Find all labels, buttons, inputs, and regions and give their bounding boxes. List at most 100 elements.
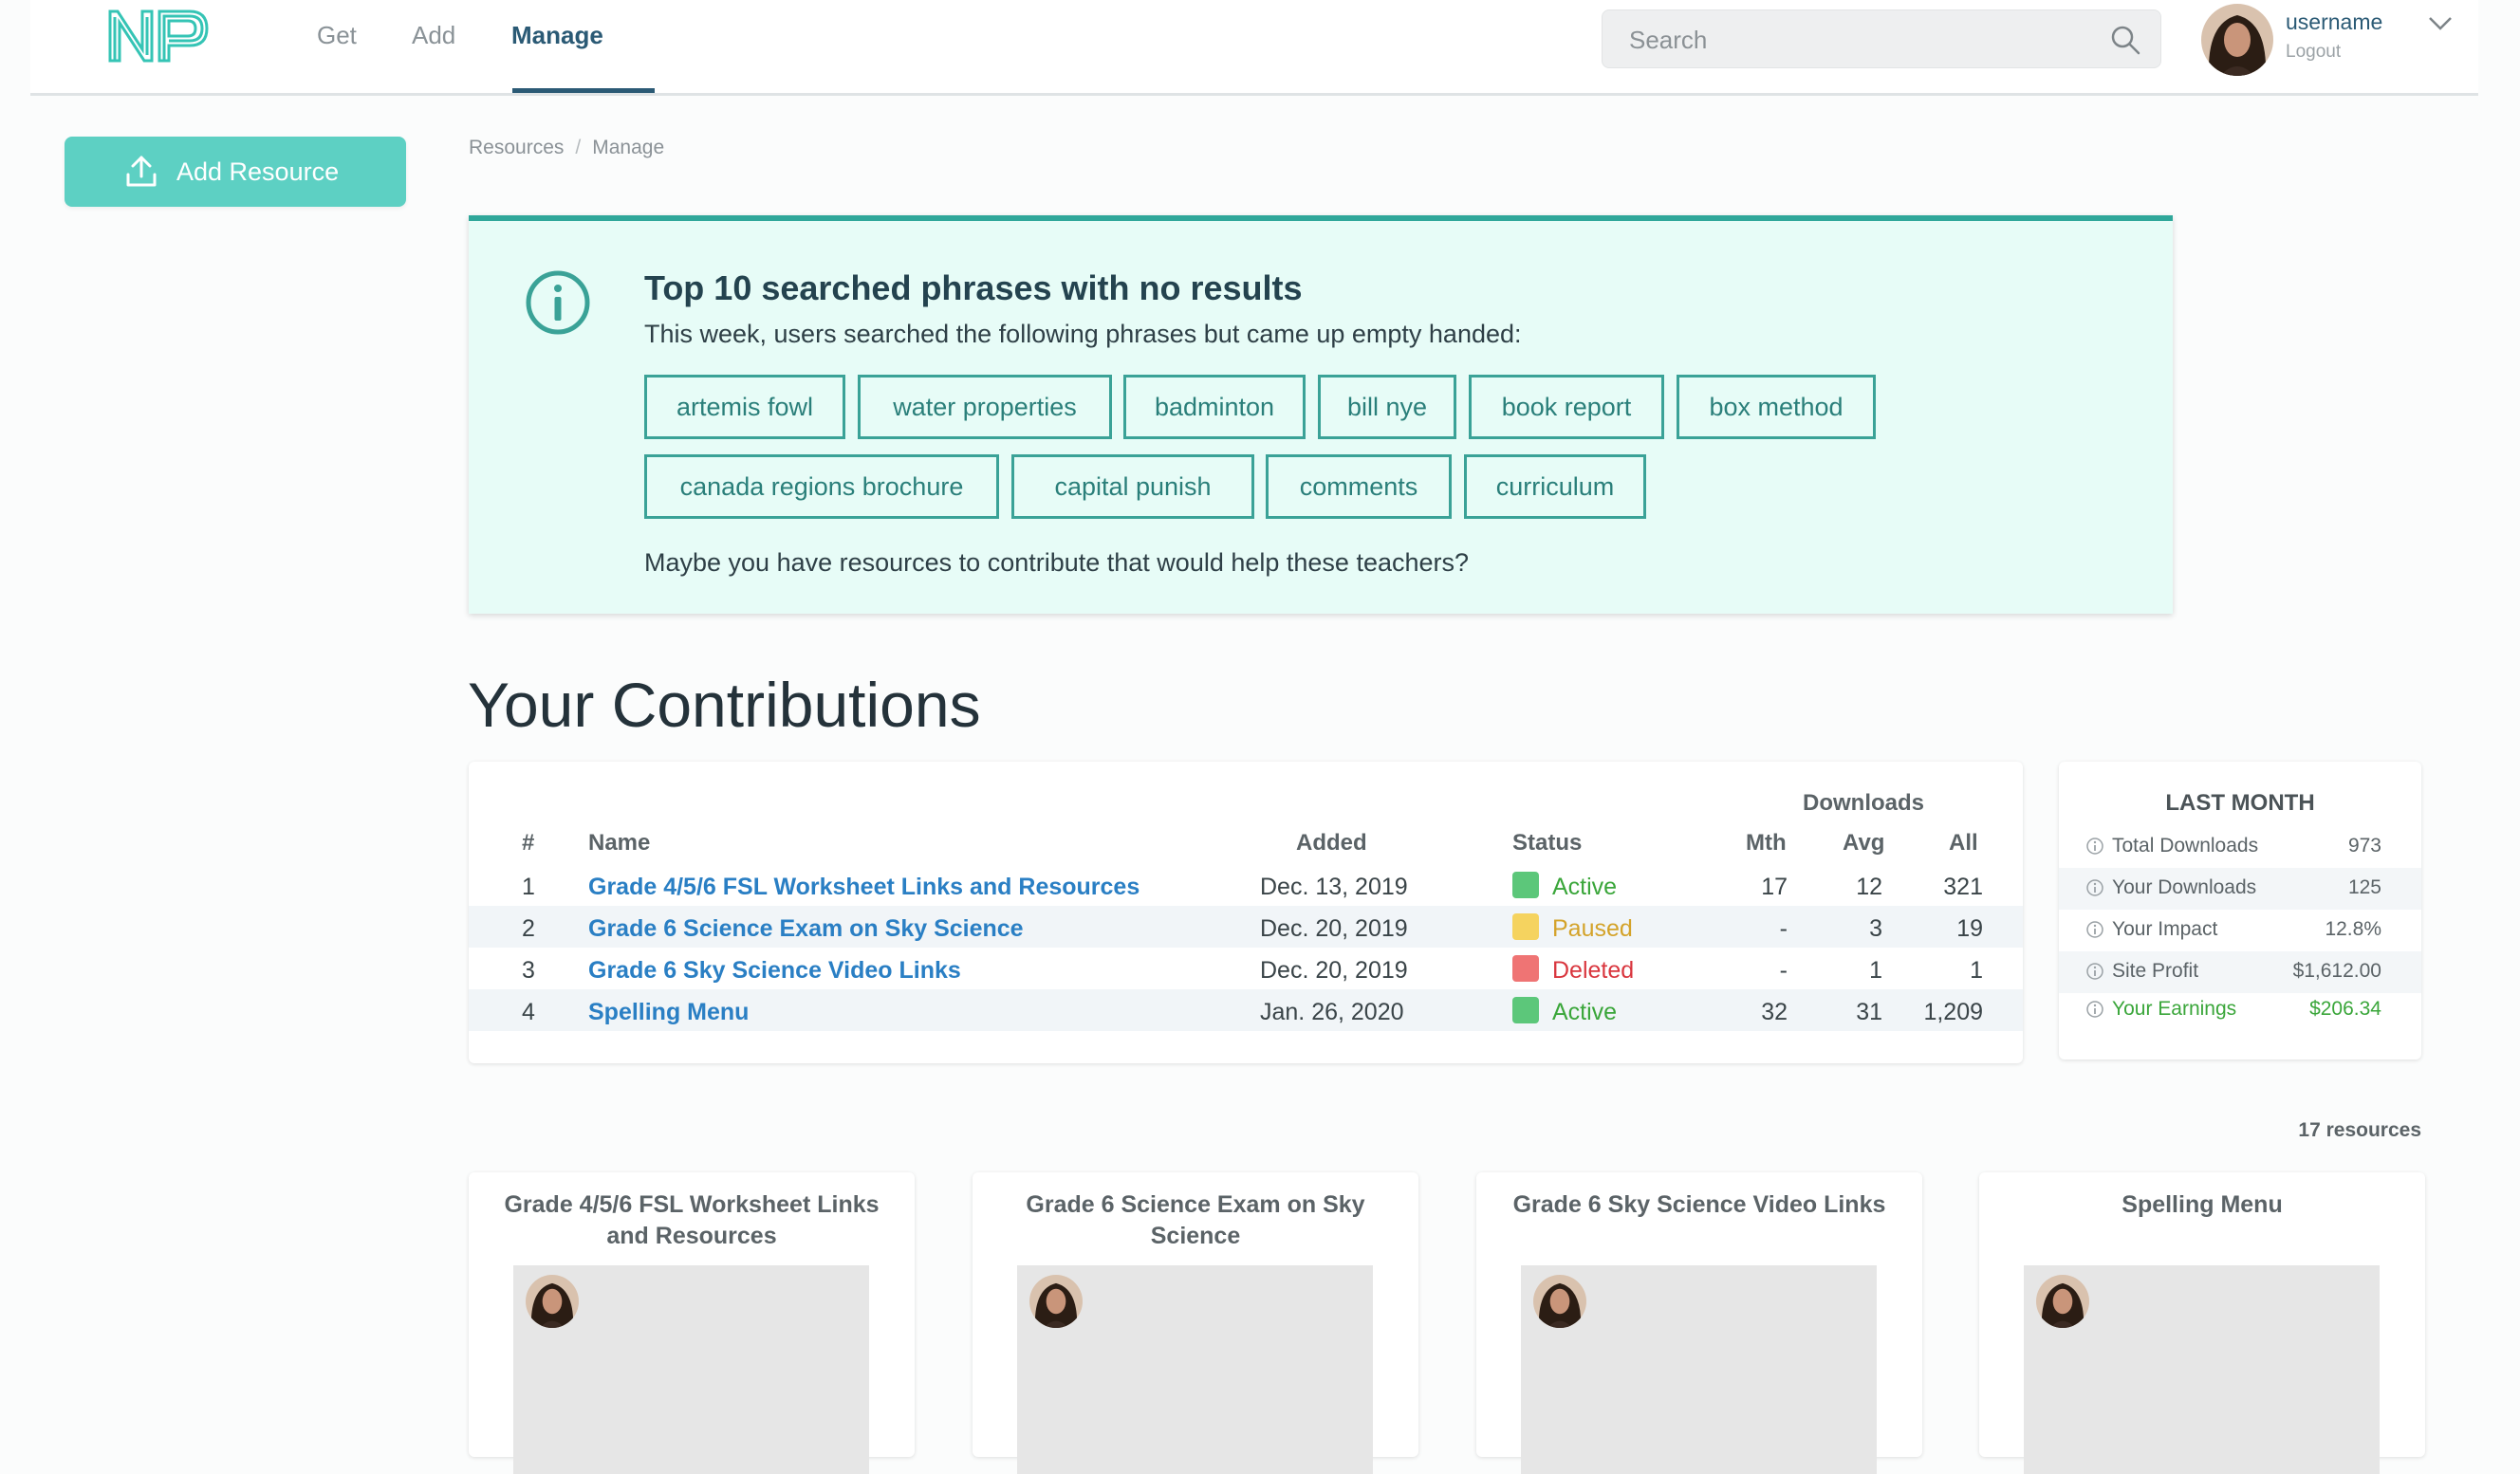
top-header: Get Add Manage username Logout xyxy=(30,0,2478,96)
nav-add[interactable]: Add xyxy=(412,21,455,50)
stat-value: $1,612.00 xyxy=(2292,960,2381,982)
phrase-chip[interactable]: water properties xyxy=(858,375,1112,439)
row-all: 1 xyxy=(1970,957,1983,984)
breadcrumb-current: Manage xyxy=(592,137,665,158)
phrase-chip[interactable]: curriculum xyxy=(1464,454,1646,519)
resource-card-title[interactable]: Grade 6 Sky Science Video Links xyxy=(1495,1189,1903,1221)
search-icon[interactable] xyxy=(2109,24,2141,56)
contributions-table: Downloads # Name Added Status Mth Avg Al… xyxy=(469,762,2023,1063)
no-results-panel: Top 10 searched phrases with no results … xyxy=(469,215,2173,614)
resource-card[interactable]: Grade 6 Science Exam on Sky Science xyxy=(973,1172,1418,1474)
row-mth: - xyxy=(1779,915,1788,942)
table-row: 2 Grade 6 Science Exam on Sky Science De… xyxy=(469,906,2023,948)
phrase-chip[interactable]: bill nye xyxy=(1318,375,1456,439)
col-mth-header: Mth xyxy=(1746,830,1787,856)
stat-value: 125 xyxy=(2347,876,2381,898)
add-resource-button[interactable]: Add Resource xyxy=(65,137,406,207)
col-index-header: # xyxy=(522,830,535,856)
col-status-header: Status xyxy=(1512,830,1583,856)
logout-link[interactable]: Logout xyxy=(2286,42,2341,63)
panel-title: Top 10 searched phrases with no results xyxy=(644,268,1303,307)
resource-link[interactable]: Spelling Menu xyxy=(588,999,749,1026)
breadcrumb-separator: / xyxy=(575,137,582,158)
info-icon[interactable] xyxy=(2085,878,2104,897)
stat-value: $206.34 xyxy=(2309,998,2381,1020)
col-all-header: All xyxy=(1949,830,1978,856)
np-logo[interactable] xyxy=(104,6,211,66)
resource-card-title[interactable]: Grade 4/5/6 FSL Worksheet Links and Reso… xyxy=(488,1189,896,1252)
username-label[interactable]: username xyxy=(2286,9,2382,35)
last-month-title: LAST MONTH xyxy=(2165,790,2315,816)
phrase-chip[interactable]: capital punish xyxy=(1011,454,1254,519)
phrase-chip[interactable]: box method xyxy=(1677,375,1876,439)
resource-card-title[interactable]: Spelling Menu xyxy=(1998,1189,2406,1221)
breadcrumb-resources[interactable]: Resources xyxy=(469,137,564,158)
status-indicator xyxy=(1512,997,1539,1023)
search-input[interactable] xyxy=(1627,20,2086,60)
phrase-chip[interactable]: book report xyxy=(1469,375,1664,439)
phrase-chip[interactable]: comments xyxy=(1266,454,1452,519)
resource-card[interactable]: Grade 6 Sky Science Video Links xyxy=(1476,1172,1922,1474)
info-icon[interactable] xyxy=(2085,1000,2104,1019)
contributions-title: Your Contributions xyxy=(468,670,981,740)
table-row: 1 Grade 4/5/6 FSL Worksheet Links and Re… xyxy=(469,864,2023,906)
row-index: 1 xyxy=(522,874,535,900)
stat-label: Your Downloads xyxy=(2112,876,2257,898)
row-mth: - xyxy=(1779,957,1788,984)
phrase-chip[interactable]: canada regions brochure xyxy=(644,454,999,519)
col-added-header: Added xyxy=(1296,830,1367,856)
breadcrumb: Resources / Manage xyxy=(469,137,664,159)
row-all: 321 xyxy=(1943,874,1983,900)
table-row: 4 Spelling Menu Jan. 26, 2020 Active 32 … xyxy=(469,989,2023,1031)
phrase-chip[interactable]: artemis fowl xyxy=(644,375,845,439)
panel-subtitle: This week, users searched the following … xyxy=(644,320,1522,348)
panel-footer: Maybe you have resources to contribute t… xyxy=(644,548,1470,577)
stat-row: Your Earnings $206.34 xyxy=(2059,989,2421,1031)
table-row: 3 Grade 6 Sky Science Video Links Dec. 2… xyxy=(469,948,2023,989)
row-added: Dec. 20, 2019 xyxy=(1260,915,1408,942)
stat-label: Your Earnings xyxy=(2112,998,2237,1020)
row-status: Deleted xyxy=(1552,957,1635,984)
resource-card[interactable]: Spelling Menu xyxy=(1979,1172,2425,1474)
author-avatar xyxy=(526,1275,579,1328)
row-avg: 31 xyxy=(1856,999,1882,1025)
add-resource-label: Add Resource xyxy=(176,157,340,186)
resource-card[interactable]: Grade 4/5/6 FSL Worksheet Links and Reso… xyxy=(469,1172,915,1474)
info-icon[interactable] xyxy=(2085,920,2104,939)
status-indicator xyxy=(1512,913,1539,940)
user-avatar[interactable] xyxy=(2201,4,2273,76)
stat-row: Your Downloads 125 xyxy=(2059,868,2421,910)
row-added: Jan. 26, 2020 xyxy=(1260,999,1404,1025)
row-all: 19 xyxy=(1956,915,1983,942)
phrase-chip[interactable]: badminton xyxy=(1123,375,1306,439)
nav-manage[interactable]: Manage xyxy=(511,21,603,50)
nav-get[interactable]: Get xyxy=(317,21,357,50)
col-avg-header: Avg xyxy=(1843,830,1885,856)
downloads-group-header: Downloads xyxy=(1803,790,1925,816)
row-status: Paused xyxy=(1552,915,1633,942)
author-avatar xyxy=(2036,1275,2089,1328)
last-month-card: LAST MONTH Total Downloads 973 Your Down… xyxy=(2059,762,2421,1059)
stat-value: 12.8% xyxy=(2325,918,2381,940)
row-mth: 17 xyxy=(1761,874,1788,900)
stat-label: Your Impact xyxy=(2112,918,2218,940)
row-avg: 3 xyxy=(1869,915,1882,942)
status-indicator xyxy=(1512,872,1539,898)
row-avg: 12 xyxy=(1856,874,1882,900)
row-status: Active xyxy=(1552,999,1618,1025)
resource-link[interactable]: Grade 4/5/6 FSL Worksheet Links and Reso… xyxy=(588,874,1140,901)
search-box[interactable] xyxy=(1602,9,2161,68)
upload-icon xyxy=(126,156,157,187)
resource-link[interactable]: Grade 6 Sky Science Video Links xyxy=(588,957,961,985)
row-mth: 32 xyxy=(1761,999,1788,1025)
col-name-header: Name xyxy=(588,830,651,856)
stat-row: Total Downloads 973 xyxy=(2059,826,2421,868)
row-all: 1,209 xyxy=(1923,999,1983,1025)
resource-link[interactable]: Grade 6 Science Exam on Sky Science xyxy=(588,915,1024,943)
chevron-down-icon[interactable] xyxy=(2427,13,2454,32)
info-icon[interactable] xyxy=(2085,837,2104,856)
resource-card-title[interactable]: Grade 6 Science Exam on Sky Science xyxy=(991,1189,1399,1252)
row-status: Active xyxy=(1552,874,1618,900)
info-icon[interactable] xyxy=(2085,962,2104,981)
row-index: 4 xyxy=(522,999,535,1025)
